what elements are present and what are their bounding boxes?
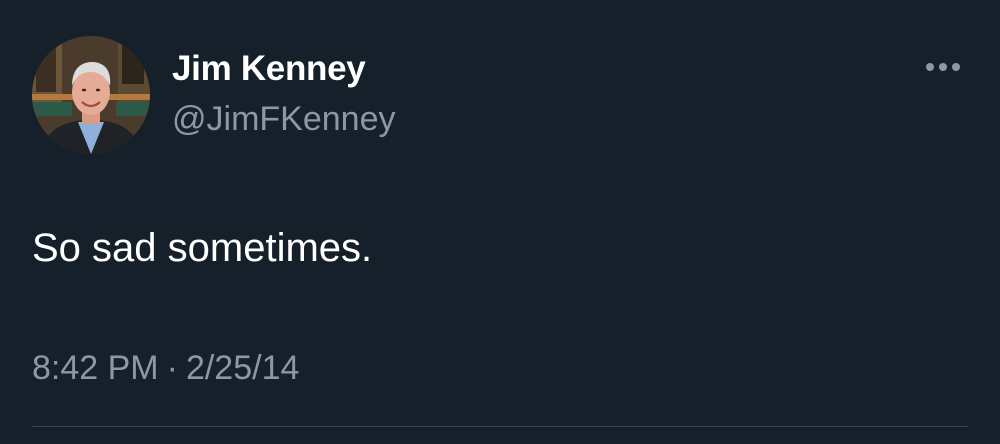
profile-photo-icon bbox=[32, 36, 150, 154]
more-horizontal-icon-dot bbox=[952, 63, 960, 71]
divider bbox=[32, 426, 968, 427]
author-handle[interactable]: @JimFKenney bbox=[172, 98, 395, 140]
tweet-card: Jim Kenney @JimFKenney So sad sometimes.… bbox=[0, 0, 1000, 444]
more-horizontal-icon-dot bbox=[939, 63, 947, 71]
tweet-text: So sad sometimes. bbox=[32, 226, 373, 270]
tweet-timestamp[interactable]: 8:42 PM · 2/25/14 bbox=[32, 346, 299, 390]
more-options-button[interactable] bbox=[920, 54, 966, 80]
tweet-time[interactable]: 8:42 PM bbox=[32, 349, 159, 387]
meta-separator: · bbox=[166, 349, 178, 387]
tweet-date[interactable]: 2/25/14 bbox=[186, 349, 299, 387]
avatar[interactable] bbox=[32, 36, 150, 154]
more-horizontal-icon bbox=[926, 63, 934, 71]
author-display-name[interactable]: Jim Kenney bbox=[172, 48, 366, 90]
